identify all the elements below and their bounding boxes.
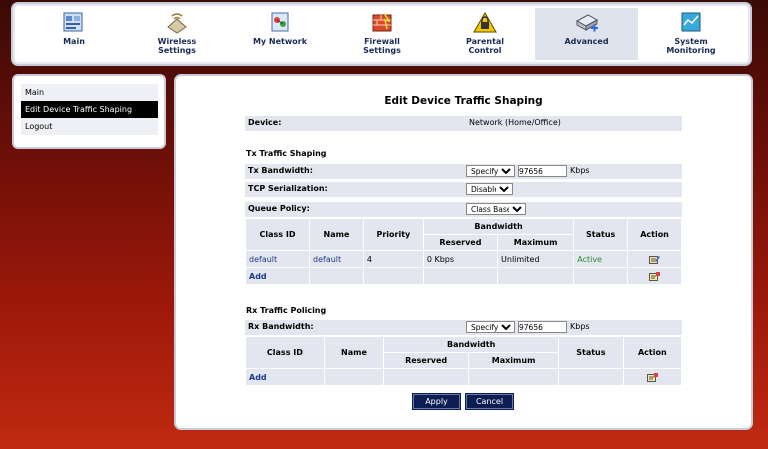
tcp-serialization-row: TCP Serialization: Disabled xyxy=(245,182,682,197)
nav-system-monitoring[interactable]: System Monitoring xyxy=(661,8,721,60)
apply-button[interactable]: Apply xyxy=(413,394,460,409)
edit-icon[interactable] xyxy=(649,255,661,264)
tcp-serialization-label: TCP Serialization: xyxy=(248,184,328,193)
rx-bandwidth-mode-select[interactable]: Specify xyxy=(466,321,515,333)
queue-policy-row: Queue Policy: Class Based xyxy=(245,202,682,217)
tx-row-action xyxy=(628,251,681,267)
tx-classes-table: Class ID Name Priority Bandwidth Status … xyxy=(245,218,682,285)
system-monitoring-icon xyxy=(681,12,701,32)
menu-item-main[interactable]: Main xyxy=(21,84,158,101)
page-title: Edit Device Traffic Shaping xyxy=(384,95,543,107)
tx-row-status: Active xyxy=(574,251,628,267)
nav-advanced-label: Advanced xyxy=(564,37,609,46)
nav-main-label: Main xyxy=(63,37,85,46)
nav-wireless-label: Wireless Settings xyxy=(157,37,197,55)
table-row: default default 4 0 Kbps Unlimited Activ… xyxy=(246,251,681,267)
tx-header-class-id: Class ID xyxy=(246,219,310,250)
tx-header-name: Name xyxy=(310,219,363,250)
add-icon[interactable] xyxy=(646,372,658,382)
rx-classes-table: Class ID Name Bandwidth Status Action Re… xyxy=(245,336,682,386)
nav-my-network[interactable]: My Network xyxy=(250,8,310,60)
nav-firewall-settings[interactable]: Firewall Settings xyxy=(352,8,412,60)
tx-header-bandwidth: Bandwidth xyxy=(423,219,574,234)
rx-header-name: Name xyxy=(324,337,384,368)
left-menu: Main Edit Device Traffic Shaping Logout xyxy=(12,74,166,149)
rx-add-link[interactable]: Add xyxy=(246,369,324,385)
rx-bandwidth-unit: Kbps xyxy=(570,322,590,331)
queue-policy-select[interactable]: Class Based xyxy=(466,203,526,215)
rx-header-status: Status xyxy=(559,337,623,368)
add-icon[interactable] xyxy=(649,271,661,281)
nav-main[interactable]: Main xyxy=(44,8,104,60)
rx-add-action xyxy=(623,369,681,385)
wireless-icon xyxy=(167,13,187,34)
device-value: Network (Home/Office) xyxy=(469,118,561,127)
cancel-button[interactable]: Cancel xyxy=(466,394,513,409)
tx-add-link[interactable]: Add xyxy=(246,268,310,284)
device-row: Device: Network (Home/Office) xyxy=(245,116,682,131)
tx-header-priority: Priority xyxy=(363,219,423,250)
device-label: Device: xyxy=(248,118,282,127)
tx-header-action: Action xyxy=(628,219,681,250)
rx-header-reserved: Reserved xyxy=(384,353,469,368)
queue-policy-label: Queue Policy: xyxy=(248,204,310,213)
rx-header-maximum: Maximum xyxy=(469,353,559,368)
rx-bandwidth-label: Rx Bandwidth: xyxy=(248,322,314,331)
tx-row-maximum: Unlimited xyxy=(498,251,574,267)
rx-bandwidth-row: Rx Bandwidth: Specify Kbps xyxy=(245,320,682,335)
firewall-icon xyxy=(372,12,392,32)
nav-system-monitoring-label: System Monitoring xyxy=(666,37,716,55)
rx-header-bandwidth: Bandwidth xyxy=(384,337,559,352)
main-icon xyxy=(63,12,83,32)
parental-control-icon xyxy=(473,12,497,33)
nav-firewall-label: Firewall Settings xyxy=(363,37,401,55)
tx-row-class-id[interactable]: default xyxy=(246,251,310,267)
tx-header-status: Status xyxy=(574,219,628,250)
my-network-icon xyxy=(271,12,289,32)
table-row: Add xyxy=(246,369,681,385)
menu-item-edit-device-traffic-shaping[interactable]: Edit Device Traffic Shaping xyxy=(21,101,158,118)
tx-header-reserved: Reserved xyxy=(423,235,498,250)
top-navigation: Main Wireless Settings My Network Firewa… xyxy=(11,2,752,66)
advanced-icon xyxy=(575,14,598,32)
main-panel: Edit Device Traffic Shaping Device: Netw… xyxy=(174,74,753,430)
tx-section-title: Tx Traffic Shaping xyxy=(246,149,327,158)
nav-my-network-label: My Network xyxy=(252,37,308,46)
rx-bandwidth-input[interactable] xyxy=(518,321,567,333)
tcp-serialization-select[interactable]: Disabled xyxy=(466,183,513,195)
rx-section-title: Rx Traffic Policing xyxy=(246,306,327,315)
tx-add-action xyxy=(628,268,681,284)
rx-header-class-id: Class ID xyxy=(246,337,324,368)
nav-parental-control[interactable]: Parental Control xyxy=(455,8,515,60)
tx-bandwidth-mode-select[interactable]: Specify xyxy=(466,165,515,177)
tx-bandwidth-input[interactable] xyxy=(518,165,567,177)
tx-row-reserved: 0 Kbps xyxy=(423,251,498,267)
tx-row-priority: 4 xyxy=(363,251,423,267)
left-menu-list: Main Edit Device Traffic Shaping Logout xyxy=(21,84,158,135)
nav-wireless-settings[interactable]: Wireless Settings xyxy=(147,8,207,60)
tx-header-maximum: Maximum xyxy=(498,235,574,250)
nav-parental-label: Parental Control xyxy=(465,37,505,55)
tx-row-name: default xyxy=(310,251,363,267)
tx-bandwidth-label: Tx Bandwidth: xyxy=(248,166,313,175)
nav-advanced[interactable]: Advanced xyxy=(535,8,638,60)
tx-bandwidth-unit: Kbps xyxy=(570,166,590,175)
rx-header-action: Action xyxy=(623,337,681,368)
menu-item-logout[interactable]: Logout xyxy=(21,118,158,135)
tx-bandwidth-row: Tx Bandwidth: Specify Kbps xyxy=(245,164,682,179)
table-row: Add xyxy=(246,268,681,284)
